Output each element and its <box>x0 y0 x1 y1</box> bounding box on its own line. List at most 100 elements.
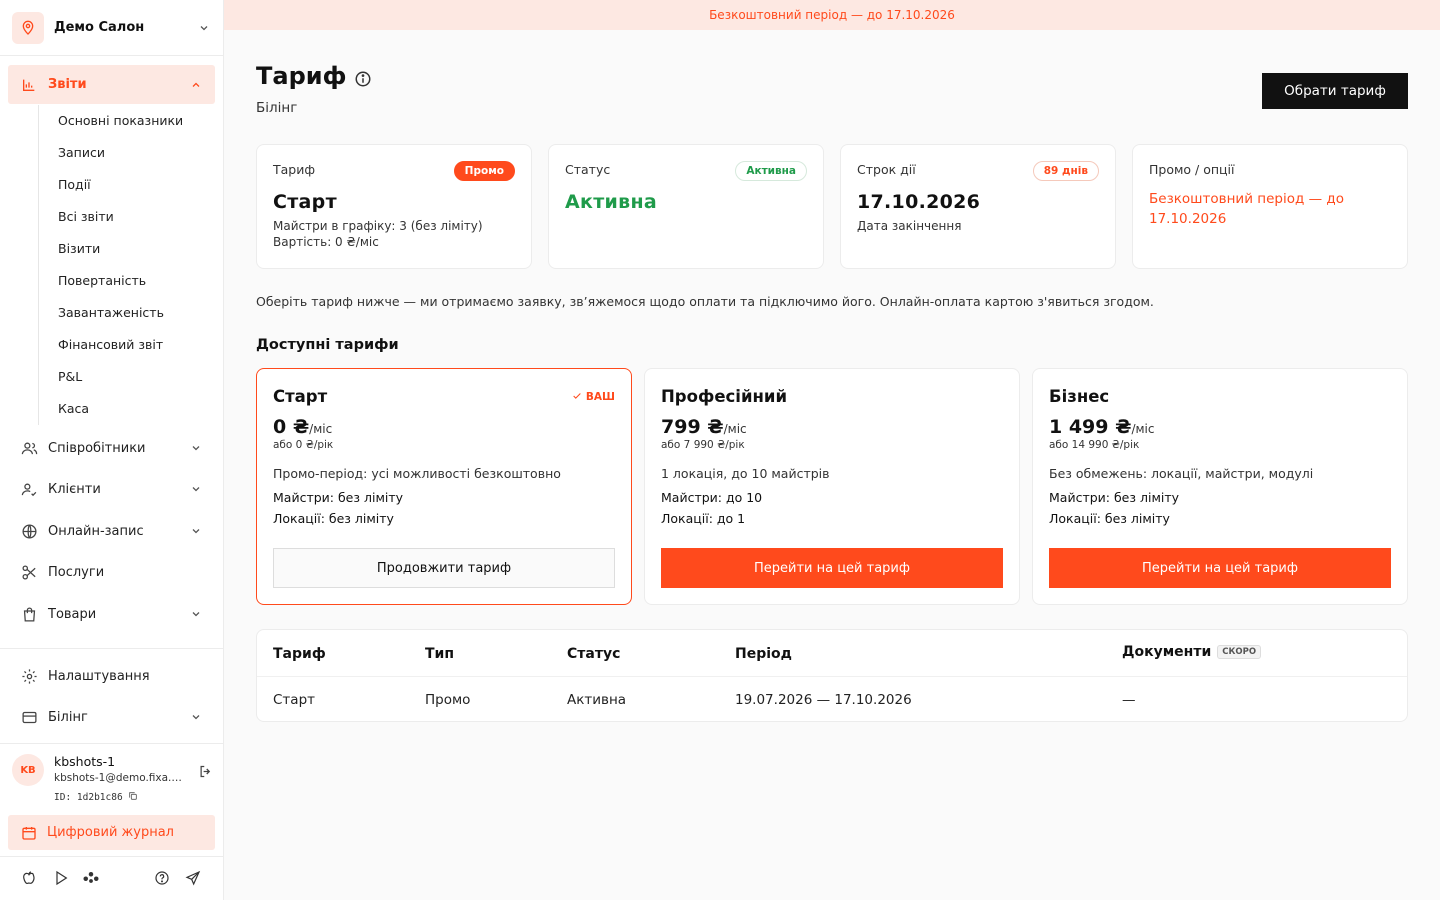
table-header-period: Період <box>735 646 792 662</box>
submenu-item-financial[interactable]: Фінансовий звіт <box>39 329 218 361</box>
sidebar-item-staff[interactable]: Співробітники <box>8 429 215 467</box>
sidebar-divider <box>0 856 223 857</box>
info-note: Оберіть тариф нижче — ми отримаємо заявк… <box>256 294 1154 309</box>
submenu-item-retention[interactable]: Повертаність <box>39 265 218 297</box>
submenu-item-bookings[interactable]: Записи <box>39 137 218 169</box>
user-profile: KB kbshots-1 kbshots-1@demo.fixa.b... ID… <box>12 752 217 808</box>
avatar: KB <box>12 754 44 786</box>
plan-card-start: Старт ВАШ 0 ₴/міс або 0 ₴/рік Промо-пері… <box>256 368 632 605</box>
plan-locations: Локації: до 1 <box>661 511 746 526</box>
user-id-value: 1d2b1c86 <box>76 792 123 803</box>
sidebar-item-label: Онлайн-запис <box>48 523 144 539</box>
globe-icon <box>20 522 38 540</box>
plan-year-price: або 14 990 ₴/рік <box>1049 439 1140 451</box>
submenu-item-events[interactable]: Події <box>39 169 218 201</box>
billing-history-table: Тариф Тип Статус Період Документи СКОРО С… <box>256 629 1408 722</box>
calendar-icon <box>20 824 38 842</box>
credit-card-icon <box>20 708 38 726</box>
help-icon[interactable] <box>153 869 171 887</box>
sidebar-item-settings[interactable]: Налаштування <box>8 657 215 695</box>
plan-masters: Майстри: до 10 <box>661 490 763 505</box>
chevron-down-icon <box>189 524 203 538</box>
table-header-tariff: Тариф <box>273 646 326 662</box>
continue-plan-button[interactable]: Продовжити тариф <box>273 548 615 588</box>
chevron-down-icon <box>197 21 211 35</box>
plan-locations: Локації: без ліміту <box>1049 511 1170 526</box>
status-badge: Активна <box>735 161 807 181</box>
community-icon[interactable] <box>82 869 100 887</box>
chevron-down-icon <box>189 710 203 724</box>
apple-icon[interactable] <box>20 869 38 887</box>
current-plan-label: ВАШ <box>585 391 615 403</box>
chevron-up-icon <box>189 78 203 92</box>
table-cell-documents: — <box>1122 692 1136 708</box>
submenu-item-all-reports[interactable]: Всі звіти <box>39 201 218 233</box>
choose-tariff-button[interactable]: Обрати тариф <box>1262 73 1408 109</box>
user-id: ID: 1d2b1c86 <box>54 791 138 803</box>
submenu-item-main-metrics[interactable]: Основні показники <box>39 105 218 137</box>
user-id-label: ID: <box>54 792 72 803</box>
table-header-type: Тип <box>425 646 455 662</box>
chevron-down-icon <box>189 441 203 455</box>
page-subtitle: Білінг <box>256 100 298 116</box>
table-header-status: Статус <box>567 646 621 662</box>
sidebar-item-billing[interactable]: Білінг <box>8 698 215 736</box>
table-cell-status: Активна <box>567 692 627 708</box>
tariff-cost: Вартість: 0 ₴/міс <box>273 235 379 249</box>
table-cell-period: 19.07.2026 — 17.10.2026 <box>735 692 912 708</box>
salon-switcher[interactable]: Демо Салон <box>0 0 223 56</box>
plan-description: 1 локація, до 10 майстрів <box>661 466 830 481</box>
copy-icon[interactable] <box>128 791 138 801</box>
sidebar-item-products[interactable]: Товари <box>8 595 215 633</box>
status-value: Активна <box>565 191 657 213</box>
sidebar-item-clients[interactable]: Клієнти <box>8 470 215 508</box>
plan-card-business: Бізнес 1 499 ₴/міс або 14 990 ₴/рік Без … <box>1032 368 1408 605</box>
plan-masters: Майстри: без ліміту <box>1049 490 1180 505</box>
promo-summary-card: Промо / опції Безкоштовний період — до 1… <box>1132 144 1408 269</box>
bar-chart-icon <box>20 76 38 94</box>
plan-description: Промо-період: усі можливості безкоштовно <box>273 466 561 481</box>
sidebar-item-label: Білінг <box>48 709 88 725</box>
promo-badge: Промо <box>453 161 515 181</box>
user-check-icon <box>20 480 38 498</box>
soon-badge: СКОРО <box>1217 645 1262 659</box>
submenu-item-occupancy[interactable]: Завантаженість <box>39 297 218 329</box>
plan-description: Без обмежень: локації, майстри, модулі <box>1049 466 1314 481</box>
send-icon[interactable] <box>184 869 202 887</box>
page-title: Тариф <box>256 62 347 90</box>
submenu-item-cash[interactable]: Каса <box>39 393 218 425</box>
sidebar-item-reports[interactable]: Звіти <box>8 65 215 104</box>
google-play-icon[interactable] <box>52 869 70 887</box>
plan-price: 0 ₴/міс <box>273 416 615 438</box>
switch-plan-button[interactable]: Перейти на цей тариф <box>1049 548 1391 588</box>
sidebar-item-label: Звіти <box>48 77 87 92</box>
logout-icon[interactable] <box>196 762 214 780</box>
table-divider <box>257 676 1407 677</box>
expiry-date: 17.10.2026 <box>857 191 981 213</box>
tariff-summary-card: Тариф Промо Старт Майстри в графіку: 3 (… <box>256 144 532 269</box>
plan-name: Професійний <box>661 387 788 406</box>
location-pin-icon <box>12 11 44 44</box>
gear-icon <box>20 667 38 685</box>
sidebar-divider <box>0 648 223 649</box>
table-header-documents: Документи СКОРО <box>1122 644 1262 660</box>
info-icon[interactable] <box>354 70 372 88</box>
plan-masters: Майстри: без ліміту <box>273 490 404 505</box>
sidebar-item-online-booking[interactable]: Онлайн-запис <box>8 512 215 550</box>
digital-journal-button[interactable]: Цифровий журнал <box>8 815 215 850</box>
sidebar-footer-icons <box>12 866 217 890</box>
plan-price: 799 ₴/міс <box>661 416 1003 438</box>
submenu-item-visits[interactable]: Візити <box>39 233 218 265</box>
table-cell-type: Промо <box>425 692 471 708</box>
plan-price-value: 799 ₴ <box>661 416 724 438</box>
submenu-item-pnl[interactable]: P&L <box>39 361 218 393</box>
sidebar-item-services[interactable]: Послуги <box>8 553 215 591</box>
plan-name: Старт <box>273 387 328 406</box>
term-summary-card: Строк дії 89 днів 17.10.2026 Дата закінч… <box>840 144 1116 269</box>
plan-price-unit: /міс <box>1131 422 1155 436</box>
switch-plan-button[interactable]: Перейти на цей тариф <box>661 548 1003 588</box>
sidebar-item-label: Налаштування <box>48 668 150 684</box>
shopping-bag-icon <box>20 605 38 623</box>
sidebar-item-label: Послуги <box>48 564 105 580</box>
plan-year-price: або 0 ₴/рік <box>273 439 334 451</box>
